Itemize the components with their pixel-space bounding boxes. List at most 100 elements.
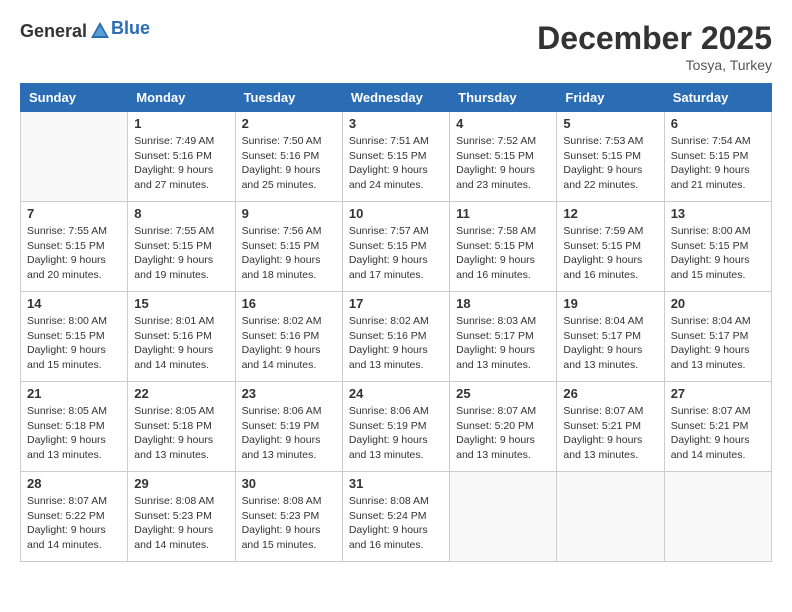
day-info: Sunrise: 8:07 AMSunset: 5:21 PMDaylight:… — [671, 404, 765, 463]
calendar-day-cell: 20Sunrise: 8:04 AMSunset: 5:17 PMDayligh… — [664, 292, 771, 382]
day-info: Sunrise: 8:06 AMSunset: 5:19 PMDaylight:… — [349, 404, 443, 463]
day-info: Sunrise: 8:08 AMSunset: 5:24 PMDaylight:… — [349, 494, 443, 553]
day-info: Sunrise: 7:55 AMSunset: 5:15 PMDaylight:… — [134, 224, 228, 283]
calendar-day-cell: 31 Sunrise: 8:08 AMSunset: 5:24 PMDayligh… — [342, 472, 449, 562]
calendar-day-cell: 18 Sunrise: 8:03 AMSunset: 5:17 PMDayligh… — [450, 292, 557, 382]
day-number: 13 — [671, 206, 765, 221]
logo-blue-text: Blue — [111, 18, 150, 39]
weekday-header: Monday — [128, 84, 235, 112]
calendar-day-cell — [21, 112, 128, 202]
day-info: Sunrise: 7:51 AMSunset: 5:15 PMDaylight:… — [349, 134, 443, 193]
day-info: Sunrise: 7:56 AMSunset: 5:15 PMDaylight:… — [242, 224, 336, 283]
calendar-day-cell: 15Sunrise: 8:01 AMSunset: 5:16 PMDayligh… — [128, 292, 235, 382]
day-number: 28 — [27, 476, 121, 491]
calendar-day-cell: 8 Sunrise: 7:55 AMSunset: 5:15 PMDaylight… — [128, 202, 235, 292]
calendar-day-cell: 6 Sunrise: 7:54 AMSunset: 5:15 PMDaylight… — [664, 112, 771, 202]
day-info: Sunrise: 7:50 AMSunset: 5:16 PMDaylight:… — [242, 134, 336, 193]
calendar-day-cell — [557, 472, 664, 562]
day-info: Sunrise: 8:00 AMSunset: 5:15 PMDaylight:… — [27, 314, 121, 373]
day-number: 3 — [349, 116, 443, 131]
day-number: 6 — [671, 116, 765, 131]
calendar-day-cell: 27 Sunrise: 8:07 AMSunset: 5:21 PMDayligh… — [664, 382, 771, 472]
calendar-day-cell: 24 Sunrise: 8:06 AMSunset: 5:19 PMDayligh… — [342, 382, 449, 472]
weekday-header: Saturday — [664, 84, 771, 112]
day-number: 11 — [456, 206, 550, 221]
day-info: Sunrise: 8:07 AMSunset: 5:21 PMDaylight:… — [563, 404, 657, 463]
day-info: Sunrise: 8:02 AMSunset: 5:16 PMDaylight:… — [349, 314, 443, 373]
weekday-header: Tuesday — [235, 84, 342, 112]
day-info: Sunrise: 8:00 AMSunset: 5:15 PMDaylight:… — [671, 224, 765, 283]
day-number: 9 — [242, 206, 336, 221]
day-number: 7 — [27, 206, 121, 221]
day-number: 15 — [134, 296, 228, 311]
calendar-day-cell: 4Sunrise: 7:52 AMSunset: 5:15 PMDaylight… — [450, 112, 557, 202]
calendar-day-cell: 19Sunrise: 8:04 AMSunset: 5:17 PMDayligh… — [557, 292, 664, 382]
calendar-week-row: 21 Sunrise: 8:05 AMSunset: 5:18 PMDayligh… — [21, 382, 772, 472]
month-title: December 2025 — [537, 20, 772, 57]
day-info: Sunrise: 8:03 AMSunset: 5:17 PMDaylight:… — [456, 314, 550, 373]
calendar-day-cell: 7Sunrise: 7:55 AMSunset: 5:15 PMDaylight… — [21, 202, 128, 292]
calendar-week-row: 1 Sunrise: 7:49 AMSunset: 5:16 PMDaylight… — [21, 112, 772, 202]
day-number: 22 — [134, 386, 228, 401]
calendar-day-cell: 5Sunrise: 7:53 AMSunset: 5:15 PMDaylight… — [557, 112, 664, 202]
calendar-day-cell: 13 Sunrise: 8:00 AMSunset: 5:15 PMDayligh… — [664, 202, 771, 292]
calendar-day-cell: 1 Sunrise: 7:49 AMSunset: 5:16 PMDaylight… — [128, 112, 235, 202]
day-number: 31 — [349, 476, 443, 491]
day-number: 8 — [134, 206, 228, 221]
calendar-day-cell: 9 Sunrise: 7:56 AMSunset: 5:15 PMDaylight… — [235, 202, 342, 292]
day-info: Sunrise: 7:58 AMSunset: 5:15 PMDaylight:… — [456, 224, 550, 283]
day-number: 27 — [671, 386, 765, 401]
day-number: 29 — [134, 476, 228, 491]
day-number: 2 — [242, 116, 336, 131]
calendar-day-cell: 11 Sunrise: 7:58 AMSunset: 5:15 PMDayligh… — [450, 202, 557, 292]
logo-general-text: General — [20, 21, 87, 42]
weekday-header: Wednesday — [342, 84, 449, 112]
calendar-day-cell — [664, 472, 771, 562]
calendar-header-row: SundayMondayTuesdayWednesdayThursdayFrid… — [21, 84, 772, 112]
calendar-day-cell: 23 Sunrise: 8:06 AMSunset: 5:19 PMDayligh… — [235, 382, 342, 472]
calendar-day-cell: 30 Sunrise: 8:08 AMSunset: 5:23 PMDayligh… — [235, 472, 342, 562]
day-number: 26 — [563, 386, 657, 401]
day-number: 30 — [242, 476, 336, 491]
calendar-day-cell: 22Sunrise: 8:05 AMSunset: 5:18 PMDayligh… — [128, 382, 235, 472]
day-info: Sunrise: 7:52 AMSunset: 5:15 PMDaylight:… — [456, 134, 550, 193]
day-info: Sunrise: 8:06 AMSunset: 5:19 PMDaylight:… — [242, 404, 336, 463]
calendar-day-cell: 14 Sunrise: 8:00 AMSunset: 5:15 PMDayligh… — [21, 292, 128, 382]
day-number: 17 — [349, 296, 443, 311]
location-subtitle: Tosya, Turkey — [537, 57, 772, 73]
day-info: Sunrise: 7:53 AMSunset: 5:15 PMDaylight:… — [563, 134, 657, 193]
day-info: Sunrise: 8:07 AMSunset: 5:22 PMDaylight:… — [27, 494, 121, 553]
day-info: Sunrise: 8:04 AMSunset: 5:17 PMDaylight:… — [563, 314, 657, 373]
calendar-day-cell: 28 Sunrise: 8:07 AMSunset: 5:22 PMDayligh… — [21, 472, 128, 562]
day-number: 1 — [134, 116, 228, 131]
day-info: Sunrise: 7:49 AMSunset: 5:16 PMDaylight:… — [134, 134, 228, 193]
calendar-table: SundayMondayTuesdayWednesdayThursdayFrid… — [20, 83, 772, 562]
calendar-day-cell: 12 Sunrise: 7:59 AMSunset: 5:15 PMDayligh… — [557, 202, 664, 292]
day-number: 25 — [456, 386, 550, 401]
day-info: Sunrise: 8:05 AMSunset: 5:18 PMDaylight:… — [27, 404, 121, 463]
day-number: 20 — [671, 296, 765, 311]
day-info: Sunrise: 7:54 AMSunset: 5:15 PMDaylight:… — [671, 134, 765, 193]
day-info: Sunrise: 8:02 AMSunset: 5:16 PMDaylight:… — [242, 314, 336, 373]
day-number: 14 — [27, 296, 121, 311]
day-number: 16 — [242, 296, 336, 311]
day-number: 23 — [242, 386, 336, 401]
weekday-header: Friday — [557, 84, 664, 112]
calendar-day-cell: 29 Sunrise: 8:08 AMSunset: 5:23 PMDayligh… — [128, 472, 235, 562]
day-info: Sunrise: 8:08 AMSunset: 5:23 PMDaylight:… — [134, 494, 228, 553]
calendar-week-row: 28 Sunrise: 8:07 AMSunset: 5:22 PMDayligh… — [21, 472, 772, 562]
day-number: 10 — [349, 206, 443, 221]
day-number: 24 — [349, 386, 443, 401]
calendar-week-row: 14 Sunrise: 8:00 AMSunset: 5:15 PMDayligh… — [21, 292, 772, 382]
day-info: Sunrise: 8:08 AMSunset: 5:23 PMDaylight:… — [242, 494, 336, 553]
day-info: Sunrise: 7:59 AMSunset: 5:15 PMDaylight:… — [563, 224, 657, 283]
day-number: 21 — [27, 386, 121, 401]
day-number: 18 — [456, 296, 550, 311]
calendar-day-cell: 17 Sunrise: 8:02 AMSunset: 5:16 PMDayligh… — [342, 292, 449, 382]
day-number: 12 — [563, 206, 657, 221]
calendar-day-cell — [450, 472, 557, 562]
calendar-day-cell: 10Sunrise: 7:57 AMSunset: 5:15 PMDayligh… — [342, 202, 449, 292]
logo: General Blue — [20, 20, 150, 42]
day-info: Sunrise: 8:07 AMSunset: 5:20 PMDaylight:… — [456, 404, 550, 463]
calendar-day-cell: 26 Sunrise: 8:07 AMSunset: 5:21 PMDayligh… — [557, 382, 664, 472]
